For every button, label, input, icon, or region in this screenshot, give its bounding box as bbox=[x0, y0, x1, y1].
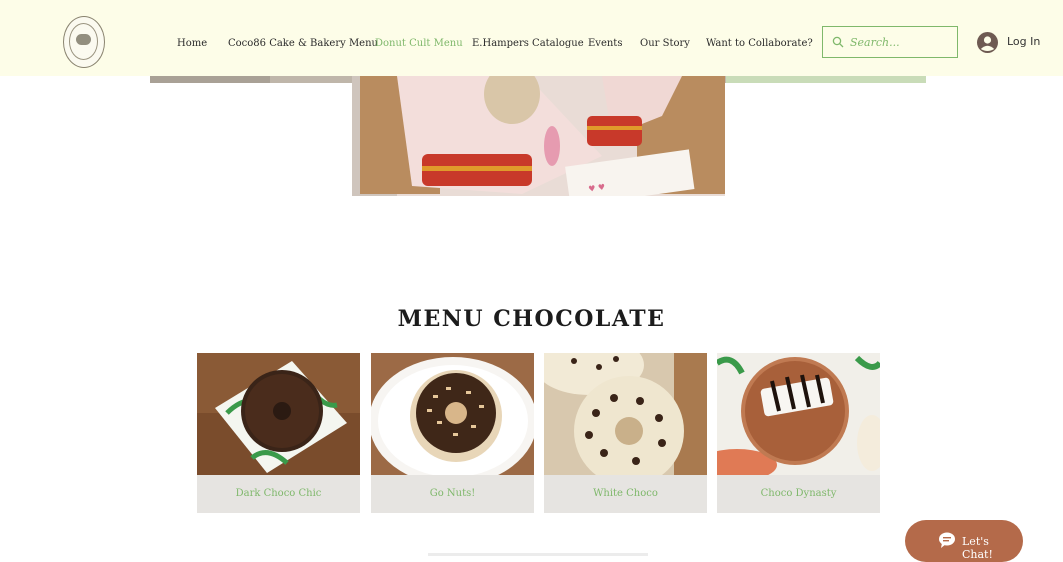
chat-label: Let's Chat! bbox=[962, 535, 993, 561]
search-icon bbox=[832, 36, 844, 48]
user-avatar-icon[interactable] bbox=[977, 32, 998, 53]
menu-item-card[interactable]: Dark Choco Chic bbox=[197, 353, 360, 513]
dark-choco-donut-image bbox=[197, 353, 360, 475]
choco-dynasty-donut-image bbox=[717, 353, 880, 475]
go-nuts-donut-image bbox=[371, 353, 534, 475]
nav-want-to-collaborate[interactable]: Want to Collaborate? bbox=[706, 38, 813, 49]
hamper-photo: ♥ ♥ bbox=[352, 76, 725, 196]
menu-item-card[interactable]: White Choco bbox=[544, 353, 707, 513]
menu-item-name: White Choco bbox=[593, 488, 658, 499]
login-link[interactable]: Log In bbox=[1007, 35, 1040, 48]
section-title: MENU CHOCOLATE bbox=[397, 306, 666, 332]
menu-item-card[interactable]: Go Nuts! bbox=[371, 353, 534, 513]
menu-item-name: Choco Dynasty bbox=[760, 488, 837, 499]
site-header: Home Coco86 Cake & Bakery Menu Donut Cul… bbox=[0, 0, 1063, 76]
nav-cake-bakery-menu[interactable]: Coco86 Cake & Bakery Menu bbox=[228, 38, 378, 49]
nav-events[interactable]: Events bbox=[588, 38, 622, 49]
menu-item-name: Dark Choco Chic bbox=[235, 488, 322, 499]
nav-donut-cult-menu[interactable]: Donut Cult Menu bbox=[375, 38, 463, 49]
white-choco-donut-image bbox=[544, 353, 707, 475]
menu-item-name: Go Nuts! bbox=[429, 488, 476, 499]
menu-item-card[interactable]: Choco Dynasty bbox=[717, 353, 880, 513]
nav-home[interactable]: Home bbox=[177, 38, 207, 49]
nav-our-story[interactable]: Our Story bbox=[640, 38, 690, 49]
chat-bubble-icon bbox=[939, 532, 955, 548]
brand-logo[interactable] bbox=[63, 16, 105, 68]
search-placeholder: Search... bbox=[850, 36, 900, 49]
strip-right-tone bbox=[726, 76, 926, 83]
search-input[interactable]: Search... bbox=[822, 26, 958, 58]
logo-seal-emblem bbox=[76, 34, 91, 45]
hero-hamper-image: ♥ ♥ bbox=[352, 76, 725, 196]
nav-ehampers-catalogue[interactable]: E.Hampers Catalogue bbox=[472, 38, 584, 49]
strip-left-tone bbox=[150, 76, 270, 83]
